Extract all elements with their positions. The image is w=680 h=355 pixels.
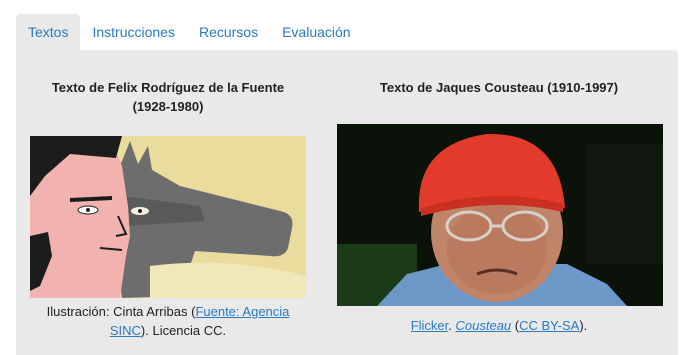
cousteau-photo [337, 124, 663, 306]
cousteau-title: Texto de Jaques Cousteau (1910-1997) [379, 80, 619, 95]
tab-bar: Textos Instrucciones Recursos Evaluación [16, 14, 363, 50]
felix-illustration [30, 136, 306, 298]
felix-card: Texto de Felix Rodríguez de la Fuente (1… [30, 78, 306, 116]
cc-by-sa-link[interactable]: CC BY-SA [519, 318, 579, 333]
tab-recursos[interactable]: Recursos [187, 14, 270, 50]
tab-evaluacion[interactable]: Evaluación [270, 14, 363, 50]
cousteau-caption: Flicker. Cousteau (CC BY-SA). [410, 318, 588, 333]
cousteau-link[interactable]: Cousteau [456, 318, 512, 333]
tab-textos[interactable]: Textos [16, 14, 81, 50]
felix-caption: Ilustración: Cinta Arribas (Fuente: Agen… [46, 304, 290, 338]
felix-title: Texto de Felix Rodríguez de la Fuente (1… [51, 80, 285, 114]
flicker-link[interactable]: Flicker [411, 318, 449, 333]
tab-panel: Texto de Felix Rodríguez de la Fuente (1… [16, 50, 678, 355]
tab-instrucciones[interactable]: Instrucciones [80, 14, 186, 50]
